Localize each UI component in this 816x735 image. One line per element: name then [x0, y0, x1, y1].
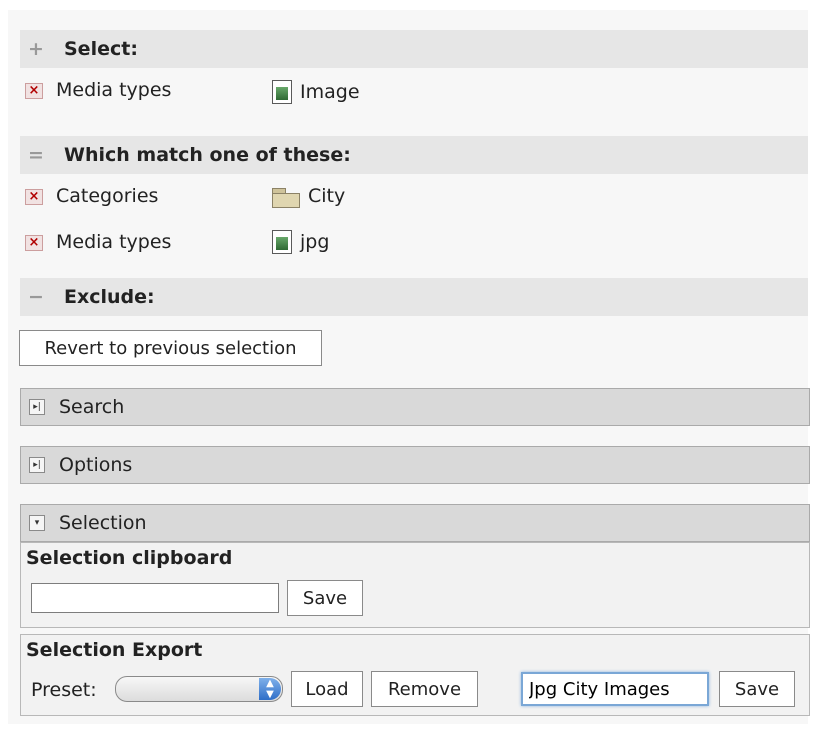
- options-bar[interactable]: ▸| Options: [20, 446, 810, 484]
- criterion-value: City: [272, 184, 345, 208]
- criterion-value-text: jpg: [300, 231, 330, 253]
- selection-bar-label: Selection: [59, 512, 147, 534]
- criterion-value: jpg: [272, 230, 329, 254]
- equals-icon: =: [28, 144, 44, 166]
- remove-button[interactable]: Remove: [371, 671, 478, 707]
- criterion-value-text: City: [308, 185, 346, 207]
- criterion-value: Image: [272, 80, 360, 104]
- search-bar-label: Search: [59, 396, 125, 418]
- export-name-input[interactable]: [521, 672, 709, 706]
- search-bar[interactable]: ▸| Search: [20, 388, 810, 426]
- criteria-row-media-types: × Media types Image: [20, 74, 620, 110]
- folder-icon: [272, 188, 300, 208]
- selection-clipboard-title: Selection clipboard: [26, 547, 233, 569]
- expand-icon[interactable]: ▸|: [29, 399, 45, 415]
- criteria-row-categories: × Categories City: [20, 180, 620, 216]
- selection-export-title: Selection Export: [26, 639, 203, 661]
- criterion-value-text: Image: [300, 81, 360, 103]
- select-section-title: Select:: [64, 38, 138, 60]
- clipboard-name-input[interactable]: [31, 583, 279, 613]
- exclude-section-title: Exclude:: [64, 286, 155, 308]
- criterion-label: Categories: [56, 185, 159, 207]
- export-save-button[interactable]: Save: [719, 671, 795, 707]
- options-bar-label: Options: [59, 454, 133, 476]
- selection-bar[interactable]: ▾ Selection: [20, 504, 810, 542]
- image-file-icon: [272, 80, 292, 104]
- preset-label: Preset:: [31, 679, 97, 701]
- match-section-header: = Which match one of these:: [20, 136, 808, 174]
- plus-icon: +: [28, 38, 44, 60]
- match-section-title: Which match one of these:: [64, 144, 351, 166]
- expand-icon[interactable]: ▸|: [29, 457, 45, 473]
- clipboard-save-button[interactable]: Save: [287, 580, 363, 616]
- selection-panel: + Select: × Media types Image = Which ma…: [8, 10, 810, 724]
- collapse-icon[interactable]: ▾: [29, 515, 45, 531]
- criterion-label: Media types: [56, 231, 172, 253]
- criterion-label: Media types: [56, 79, 172, 101]
- selection-export-box: Selection Export Preset: ▲ ▼ Load Remove …: [20, 634, 810, 716]
- remove-criterion-icon[interactable]: ×: [25, 235, 43, 251]
- select-stepper-icon: ▲ ▼: [259, 678, 281, 700]
- exclude-section-header: − Exclude:: [20, 278, 808, 316]
- select-section-header: + Select:: [20, 30, 808, 68]
- image-file-icon: [272, 230, 292, 254]
- preset-select[interactable]: ▲ ▼: [115, 676, 283, 702]
- remove-criterion-icon[interactable]: ×: [25, 189, 43, 205]
- remove-criterion-icon[interactable]: ×: [25, 83, 43, 99]
- criteria-row-media-types: × Media types jpg: [20, 226, 620, 262]
- load-button[interactable]: Load: [291, 671, 363, 707]
- selection-clipboard-box: Selection clipboard Save: [20, 542, 810, 628]
- minus-icon: −: [28, 286, 44, 308]
- revert-selection-button[interactable]: Revert to previous selection: [19, 330, 322, 366]
